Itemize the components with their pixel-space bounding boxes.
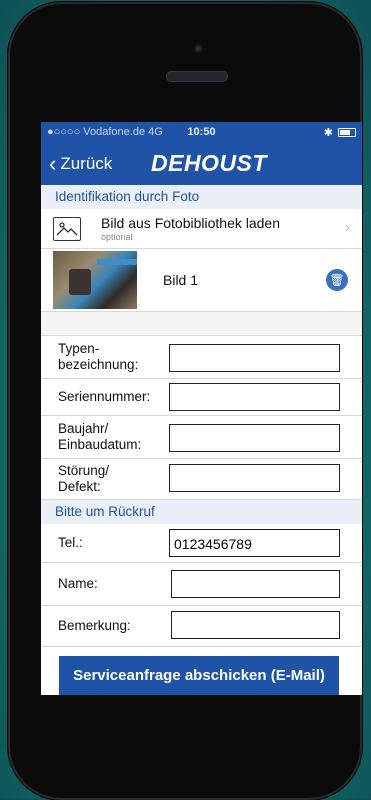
- submit-button[interactable]: Serviceanfrage abschicken (E-Mail): [59, 656, 339, 695]
- stoerung-input[interactable]: [169, 464, 340, 492]
- chevron-right-icon: ›: [344, 219, 350, 236]
- photo-row: Bild 1 🗑: [41, 249, 362, 312]
- field-typ-label: Typen-bezeichnung:: [58, 341, 139, 372]
- field-typ: Typen-bezeichnung:: [41, 336, 362, 379]
- status-bar: ●○○○○ Vodafone.de 4G 10:50 ✱: [41, 122, 362, 142]
- image-icon: [53, 216, 81, 241]
- baujahr-input[interactable]: [169, 424, 340, 452]
- field-serial-label: Seriennummer:: [58, 389, 151, 404]
- app-screen: ●○○○○ Vodafone.de 4G 10:50 ✱ ‹ Zurück DE…: [41, 122, 362, 695]
- name-input[interactable]: [171, 570, 340, 598]
- field-bemerkung: Bemerkung:: [41, 606, 362, 647]
- serial-input[interactable]: [169, 383, 340, 411]
- trash-icon[interactable]: 🗑: [326, 269, 348, 291]
- field-baujahr: Baujahr/Einbaudatum:: [41, 416, 362, 459]
- section-header-photo: Identifikation durch Foto: [41, 185, 362, 209]
- brand-logo: DEHOUST: [151, 150, 267, 176]
- field-stoerung-label: Störung/Defekt:: [58, 463, 110, 494]
- field-bemerkung-label: Bemerkung:: [58, 618, 131, 633]
- nav-bar: ‹ Zurück DEHOUST: [41, 142, 362, 185]
- field-stoerung: Störung/Defekt:: [41, 459, 362, 500]
- field-baujahr-label: Baujahr/Einbaudatum:: [58, 421, 142, 452]
- back-button[interactable]: ‹ Zurück: [41, 150, 113, 176]
- carrier-label: ●○○○○ Vodafone.de 4G: [47, 126, 163, 138]
- section-header-callback: Bitte um Rückruf: [41, 500, 362, 524]
- phone-frame: ●○○○○ Vodafone.de 4G 10:50 ✱ ‹ Zurück DE…: [8, 2, 362, 800]
- front-camera: [194, 44, 203, 53]
- battery-icon: [338, 127, 356, 137]
- field-tel: Tel.: 0123456789: [41, 524, 362, 563]
- field-name-label: Name:: [58, 576, 98, 591]
- chevron-left-icon: ‹: [49, 150, 57, 176]
- bemerkung-input[interactable]: [171, 611, 340, 639]
- section-spacer: [41, 312, 362, 336]
- field-serial: Seriennummer:: [41, 379, 362, 416]
- earpiece-speaker: [166, 71, 228, 82]
- status-right: ✱: [324, 126, 356, 139]
- library-label: Bild aus Fotobibliothek laden: [101, 215, 281, 231]
- photo-label: Bild 1: [163, 272, 199, 288]
- typ-input[interactable]: [169, 344, 340, 372]
- photo-library-row[interactable]: Bild aus Fotobibliothek laden optional ›: [41, 209, 362, 249]
- back-label: Zurück: [60, 153, 113, 173]
- bluetooth-icon: ✱: [323, 126, 333, 139]
- field-name: Name:: [41, 563, 362, 606]
- field-tel-label: Tel.:: [58, 535, 83, 550]
- photo-thumbnail[interactable]: [53, 251, 137, 309]
- library-sub: optional: [101, 232, 133, 242]
- library-text: Bild aus Fotobibliothek laden optional: [101, 215, 280, 242]
- tel-input[interactable]: 0123456789: [169, 529, 340, 557]
